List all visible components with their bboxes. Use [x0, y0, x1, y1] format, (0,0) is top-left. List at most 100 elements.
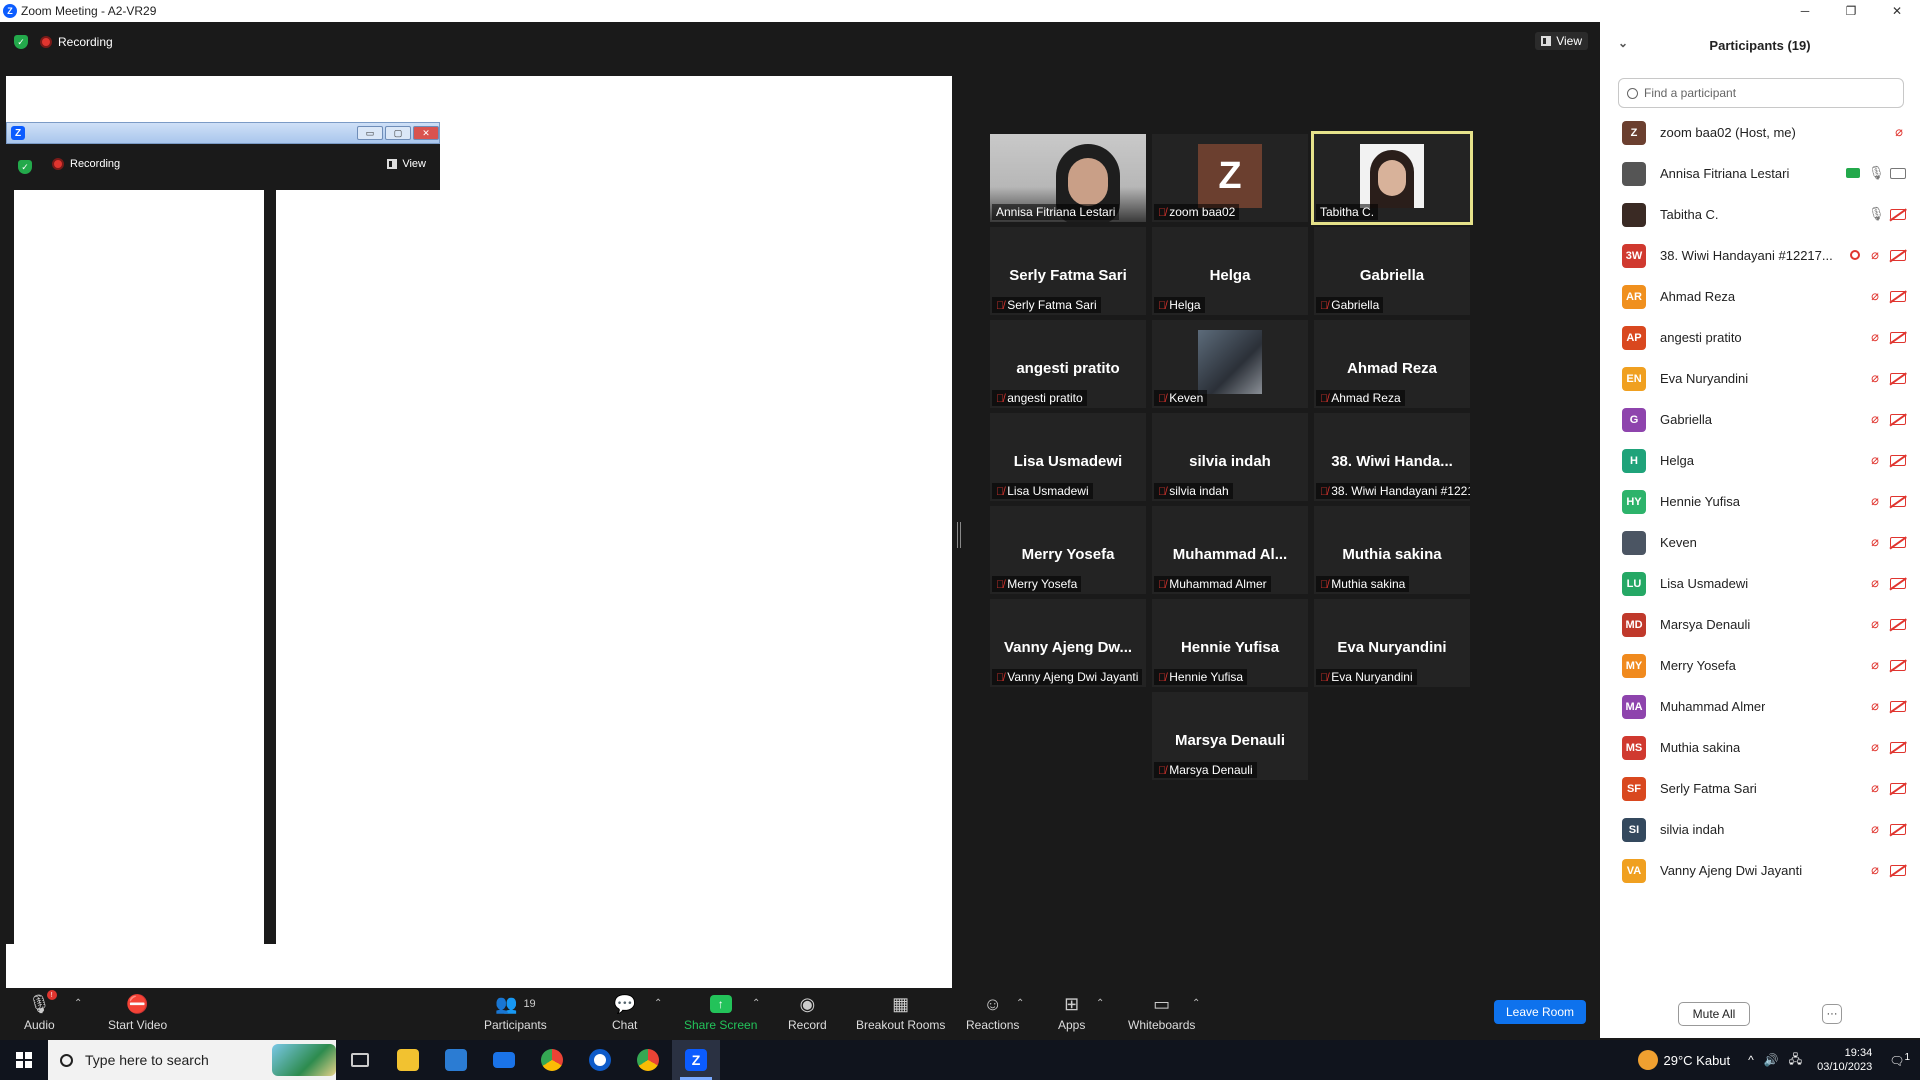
participant-tile[interactable]: Eva Nuryandini 🎙̸ Eva Nuryandini: [1314, 599, 1470, 687]
reactions-button[interactable]: ☺ Reactions: [966, 992, 1019, 1033]
chat-button[interactable]: 💬 Chat: [612, 992, 637, 1033]
participant-row[interactable]: 3W 38. Wiwi Handayani #12217... ⌀: [1600, 235, 1920, 276]
video-off-icon[interactable]: [1890, 577, 1906, 589]
mail-icon[interactable]: [480, 1040, 528, 1080]
recording-indicator[interactable]: Recording: [40, 35, 113, 49]
participant-row[interactable]: MY Merry Yosefa ⌀: [1600, 645, 1920, 686]
mute-all-button[interactable]: Mute All: [1678, 1002, 1750, 1026]
reactions-caret-icon[interactable]: ⌃: [1016, 998, 1024, 1009]
video-off-icon[interactable]: [1890, 208, 1906, 220]
participant-tile[interactable]: 🎙̸ Keven: [1152, 320, 1308, 408]
video-off-icon[interactable]: [1890, 659, 1906, 671]
video-off-icon[interactable]: [1890, 823, 1906, 835]
participant-tile[interactable]: Z 🎙̸ zoom baa02: [1152, 134, 1308, 222]
participant-tile[interactable]: silvia indah 🎙̸ silvia indah: [1152, 413, 1308, 501]
notifications-icon[interactable]: 🗨1: [1889, 1052, 1910, 1068]
participant-tile[interactable]: Vanny Ajeng Dw... 🎙̸ Vanny Ajeng Dwi Jayan…: [990, 599, 1146, 687]
participant-tile[interactable]: angesti pratito 🎙̸ angesti pratito: [990, 320, 1146, 408]
participant-row[interactable]: VA Vanny Ajeng Dwi Jayanti ⌀: [1600, 850, 1920, 891]
muted-mic-icon[interactable]: ⌀: [1868, 288, 1882, 304]
participant-row[interactable]: Tabitha C. 🎙: [1600, 194, 1920, 235]
weather-icon[interactable]: [1637, 1050, 1658, 1070]
video-icon[interactable]: [1890, 167, 1906, 179]
participant-tile[interactable]: Muthia sakina 🎙̸ Muthia sakina: [1314, 506, 1470, 594]
participant-row[interactable]: Zzoom baa02 (Host, me) ⌀: [1600, 112, 1920, 153]
participant-row[interactable]: EN Eva Nuryandini ⌀: [1600, 358, 1920, 399]
video-off-icon[interactable]: [1890, 413, 1906, 425]
volume-icon[interactable]: 🔊: [1764, 1053, 1779, 1067]
taskbar-search-input[interactable]: Type here to search: [48, 1040, 336, 1080]
leave-room-button[interactable]: Leave Room: [1494, 1000, 1586, 1024]
chevron-down-icon[interactable]: ⌄: [1618, 36, 1628, 50]
participant-row[interactable]: AP angesti pratito ⌀: [1600, 317, 1920, 358]
participant-row[interactable]: AR Ahmad Reza ⌀: [1600, 276, 1920, 317]
whiteboards-button[interactable]: ▭ Whiteboards: [1128, 992, 1195, 1033]
video-off-icon[interactable]: [1890, 372, 1906, 384]
store-icon[interactable]: [432, 1040, 480, 1080]
video-off-icon[interactable]: [1890, 618, 1906, 630]
chat-options-caret-icon[interactable]: ⌃: [654, 998, 662, 1009]
chrome-icon[interactable]: [528, 1040, 576, 1080]
participant-tile[interactable]: Serly Fatma Sari 🎙̸ Serly Fatma Sari: [990, 227, 1146, 315]
participant-tile[interactable]: Annisa Fitriana Lestari: [990, 134, 1146, 222]
participant-row[interactable]: MD Marsya Denauli ⌀: [1600, 604, 1920, 645]
video-off-icon[interactable]: [1890, 782, 1906, 794]
muted-mic-icon[interactable]: ⌀: [1868, 370, 1882, 386]
muted-mic-icon[interactable]: ⌀: [1868, 329, 1882, 345]
split-handle[interactable]: [957, 522, 961, 548]
participant-row[interactable]: SF Serly Fatma Sari ⌀: [1600, 768, 1920, 809]
video-off-icon[interactable]: [1890, 290, 1906, 302]
video-off-icon[interactable]: [1890, 495, 1906, 507]
whiteboards-caret-icon[interactable]: ⌃: [1192, 998, 1200, 1009]
participant-row[interactable]: SI silvia indah ⌀: [1600, 809, 1920, 850]
chrome-profile-icon[interactable]: [624, 1040, 672, 1080]
participant-row[interactable]: G Gabriella ⌀: [1600, 399, 1920, 440]
muted-mic-icon[interactable]: ⌀: [1868, 698, 1882, 714]
participant-search-input[interactable]: Find a participant: [1618, 78, 1904, 108]
participant-tile[interactable]: 38. Wiwi Handa... 🎙̸ 38. Wiwi Handayani #1…: [1314, 413, 1470, 501]
participant-tile[interactable]: Ahmad Reza 🎙̸ Ahmad Reza: [1314, 320, 1470, 408]
muted-mic-icon[interactable]: ⌀: [1868, 411, 1882, 427]
weather-text[interactable]: 29°C Kabut: [1664, 1053, 1731, 1068]
participant-tile[interactable]: Hennie Yufisa 🎙̸ Hennie Yufisa: [1152, 599, 1308, 687]
participant-row[interactable]: HY Hennie Yufisa ⌀: [1600, 481, 1920, 522]
muted-mic-icon[interactable]: ⌀: [1868, 616, 1882, 632]
video-off-icon[interactable]: [1890, 249, 1906, 261]
file-explorer-icon[interactable]: [384, 1040, 432, 1080]
apps-caret-icon[interactable]: ⌃: [1096, 998, 1104, 1009]
participant-row[interactable]: MS Muthia sakina ⌀: [1600, 727, 1920, 768]
security-shield-icon[interactable]: ✓: [14, 35, 28, 49]
teamviewer-icon[interactable]: [576, 1040, 624, 1080]
muted-mic-icon[interactable]: ⌀: [1868, 534, 1882, 550]
participants-button[interactable]: 👥 19 Participants: [484, 992, 547, 1033]
network-icon[interactable]: 🖧: [1789, 1050, 1802, 1071]
mic-icon[interactable]: 🎙: [1868, 206, 1885, 222]
participant-tile[interactable]: Merry Yosefa 🎙̸ Merry Yosefa: [990, 506, 1146, 594]
share-options-caret-icon[interactable]: ⌃: [752, 998, 760, 1009]
participant-tile[interactable]: Lisa Usmadewi 🎙̸ Lisa Usmadewi: [990, 413, 1146, 501]
restore-button[interactable]: ❐: [1828, 0, 1874, 22]
audio-button[interactable]: 🎙! Audio: [24, 990, 57, 1032]
muted-mic-icon[interactable]: ⌀: [1868, 780, 1882, 796]
video-off-icon[interactable]: [1890, 454, 1906, 466]
video-off-icon[interactable]: [1890, 700, 1906, 712]
muted-mic-icon[interactable]: ⌀: [1868, 657, 1882, 673]
participant-row[interactable]: Annisa Fitriana Lestari 🎙: [1600, 153, 1920, 194]
video-off-icon[interactable]: [1890, 741, 1906, 753]
task-view-icon[interactable]: [336, 1040, 384, 1080]
close-button[interactable]: ✕: [1874, 0, 1920, 22]
breakout-rooms-button[interactable]: ▦ Breakout Rooms: [856, 992, 945, 1033]
participant-tile[interactable]: Gabriella 🎙̸ Gabriella: [1314, 227, 1470, 315]
muted-mic-icon[interactable]: ⌀: [1868, 247, 1882, 263]
start-video-button[interactable]: ⛔ Start Video: [108, 992, 167, 1033]
minimize-button[interactable]: ─: [1782, 0, 1828, 22]
more-options-button[interactable]: ···: [1822, 1004, 1842, 1024]
participant-row[interactable]: LU Lisa Usmadewi ⌀: [1600, 563, 1920, 604]
video-off-icon[interactable]: [1890, 331, 1906, 343]
muted-mic-icon[interactable]: ⌀: [1892, 124, 1906, 140]
muted-mic-icon[interactable]: ⌀: [1868, 493, 1882, 509]
participant-tile[interactable]: Marsya Denauli 🎙̸ Marsya Denauli: [1152, 692, 1308, 780]
apps-button[interactable]: ⊞ Apps: [1058, 992, 1085, 1033]
clock[interactable]: 19:34 03/10/2023: [1817, 1046, 1872, 1074]
participant-tile[interactable]: Helga 🎙̸ Helga: [1152, 227, 1308, 315]
